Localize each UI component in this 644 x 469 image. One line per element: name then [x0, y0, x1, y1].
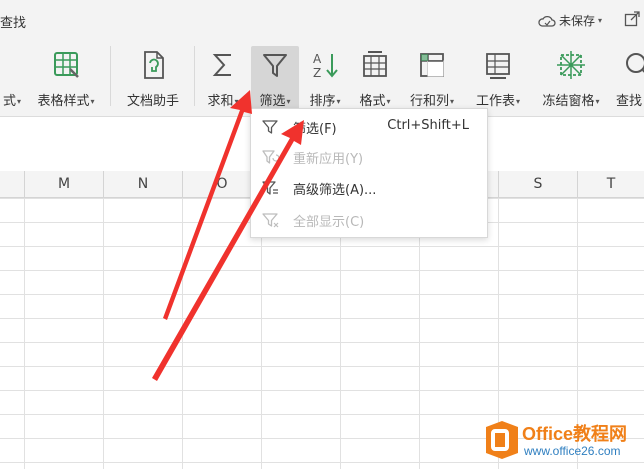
sum-button[interactable]: 求和▾	[200, 46, 246, 112]
svg-text:Z: Z	[313, 66, 321, 80]
top-bar: 查找 未保存 ▾	[0, 0, 644, 38]
column-header-s[interactable]: S	[499, 171, 578, 197]
menu-item-label: 全部显示(C)	[293, 215, 365, 230]
format-partial-button[interactable]: 式▾	[0, 46, 24, 112]
ribbon-toolbar: 式▾ 表格样式▾ 文档助手 求和▾ 筛选▾ A Z 排序▾ 格式▾ 行和列▾ 工…	[0, 38, 644, 117]
advanced-filter-icon	[262, 181, 278, 195]
table-style-icon	[54, 52, 79, 78]
sigma-icon	[212, 54, 231, 76]
rows-columns-icon	[420, 53, 444, 77]
column-header-t[interactable]: T	[578, 171, 644, 197]
menu-item-advanced-filter[interactable]: 高级筛选(A)...	[251, 173, 487, 203]
menu-item-label: 高级筛选(A)...	[293, 183, 377, 198]
doc-helper-icon	[144, 51, 164, 79]
corner-cell	[0, 171, 25, 197]
find-label[interactable]: 查找	[0, 12, 26, 31]
reapply-filter-icon	[262, 150, 279, 164]
menu-item-label: 重新应用(Y)	[293, 152, 364, 167]
save-status[interactable]: 未保存 ▾	[538, 12, 602, 29]
show-all-icon	[262, 213, 279, 228]
share-icon[interactable]	[624, 11, 640, 27]
doc-helper-button[interactable]: 文档助手	[118, 46, 188, 112]
table-style-button[interactable]: 表格样式▾	[28, 46, 104, 112]
column-header-n[interactable]: N	[104, 171, 183, 197]
office-logo-icon	[486, 421, 518, 459]
worksheet-button[interactable]: 工作表▾	[466, 46, 530, 112]
freeze-panes-icon	[557, 51, 585, 79]
column-header-m[interactable]: M	[25, 171, 104, 197]
search-icon	[626, 53, 644, 73]
save-status-text: 未保存	[559, 14, 596, 28]
filter-funnel-icon	[262, 120, 278, 134]
menu-item-filter[interactable]: 筛选(F) Ctrl+Shift+L	[251, 112, 487, 142]
menu-item-show-all: 全部显示(C)	[251, 205, 487, 235]
format-icon	[363, 51, 387, 77]
worksheet-icon	[486, 53, 510, 79]
menu-item-reapply: 重新应用(Y)	[251, 142, 487, 172]
format-button[interactable]: 格式▾	[352, 46, 398, 112]
find-button[interactable]: 查找	[612, 46, 644, 112]
separator	[110, 46, 111, 106]
rows-cols-button[interactable]: 行和列▾	[402, 46, 462, 112]
filter-dropdown-menu: 筛选(F) Ctrl+Shift+L 重新应用(Y) 高级筛选(A)... 全部…	[250, 108, 488, 238]
watermark-site: www.office26.com	[524, 444, 621, 458]
filter-funnel-icon	[263, 54, 287, 77]
cloud-icon	[538, 15, 556, 27]
svg-text:A: A	[313, 52, 322, 66]
menu-item-label: 筛选(F)	[293, 122, 337, 137]
watermark-logo: Office教程网 www.office26.com	[484, 418, 640, 464]
separator	[194, 46, 195, 106]
sort-button[interactable]: A Z 排序▾	[302, 46, 348, 112]
filter-button[interactable]: 筛选▾	[251, 46, 299, 112]
menu-item-shortcut: Ctrl+Shift+L	[387, 118, 469, 133]
freeze-panes-button[interactable]: 冻结窗格▾	[534, 46, 608, 112]
sort-az-icon: A Z	[313, 52, 338, 80]
watermark-brand: Office教程网	[522, 424, 628, 444]
